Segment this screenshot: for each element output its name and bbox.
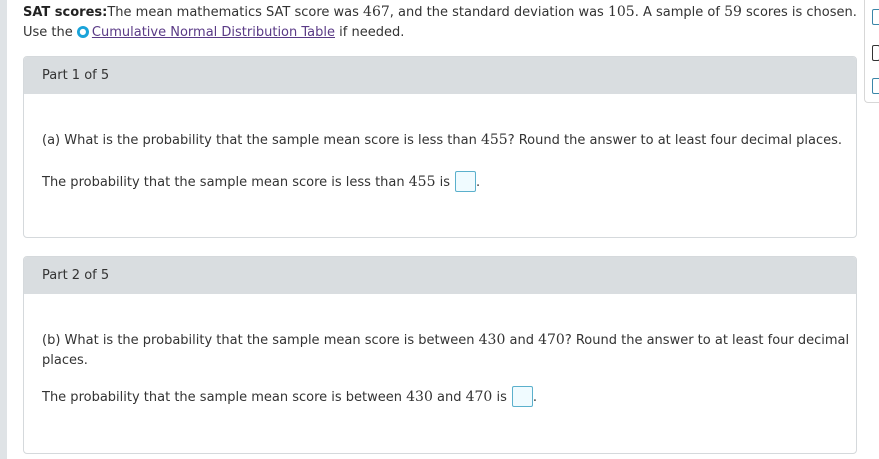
left-scroll-bar <box>0 0 7 459</box>
part-1-answer-line: The probability that the sample mean sco… <box>42 171 481 193</box>
answer-text: The probability that the sample mean sco… <box>42 390 407 405</box>
period: . <box>476 175 481 190</box>
intro-text: Use the <box>23 25 73 40</box>
intro-text: if needed. <box>339 25 405 40</box>
question-text: ? Round the answer to at least four deci… <box>564 333 850 348</box>
question-value: 470 <box>538 332 565 348</box>
info-icon[interactable]: ● <box>76 25 89 38</box>
question-text: places. <box>42 353 88 368</box>
question-text: (b) What is the probability that the sam… <box>42 333 479 348</box>
intro-text: , and the standard deviation was <box>389 5 608 20</box>
part-2-answer-line: The probability that the sample mean sco… <box>42 386 538 408</box>
part-1-answer-input[interactable] <box>455 171 477 192</box>
sd-value: 105 <box>607 4 635 20</box>
chart-icon[interactable] <box>872 78 879 94</box>
part-1-panel: Part 1 of 5 (a) What is the probability … <box>23 56 857 238</box>
question-value: 455 <box>480 132 508 148</box>
answer-value: 470 <box>465 389 493 405</box>
answer-value: 455 <box>408 174 436 190</box>
data-icon[interactable] <box>872 45 879 61</box>
question-text: ? Round the answer to at least four deci… <box>507 133 843 148</box>
sample-size-value: 59 <box>724 4 742 20</box>
part-2-panel: Part 2 of 5 (b) What is the probability … <box>23 256 857 454</box>
part-2-question: (b) What is the probability that the sam… <box>42 330 849 371</box>
mean-value: 467 <box>363 4 390 20</box>
part-2-answer-input[interactable] <box>511 386 533 407</box>
intro-text: scores is chosen. <box>741 5 857 20</box>
intro-text: The mean mathematics SAT score was <box>107 5 364 20</box>
answer-text: is <box>435 175 451 190</box>
question-text: and <box>505 333 539 348</box>
intro-text: . A sample of <box>634 5 725 20</box>
answer-text: is <box>492 390 507 405</box>
problem-intro: SAT scores:The mean mathematics SAT scor… <box>23 2 858 43</box>
part-1-header: Part 1 of 5 <box>24 57 856 94</box>
part-1-question: (a) What is the probability that the sam… <box>42 130 842 151</box>
answer-value: 430 <box>406 389 433 405</box>
period: . <box>532 390 538 405</box>
problem-heading: SAT scores: <box>23 5 108 20</box>
problem-content: SAT scores:The mean mathematics SAT scor… <box>23 0 858 454</box>
normal-table-link[interactable]: Cumulative Normal Distribution Table <box>92 25 335 40</box>
question-value: 430 <box>478 332 506 348</box>
tool-sidebar <box>864 0 879 103</box>
answer-text: The probability that the sample mean sco… <box>42 175 409 190</box>
answer-text: and <box>432 390 466 405</box>
part-2-header: Part 2 of 5 <box>24 257 856 294</box>
question-text: (a) What is the probability that the sam… <box>42 133 481 148</box>
calculator-icon[interactable] <box>872 9 879 25</box>
